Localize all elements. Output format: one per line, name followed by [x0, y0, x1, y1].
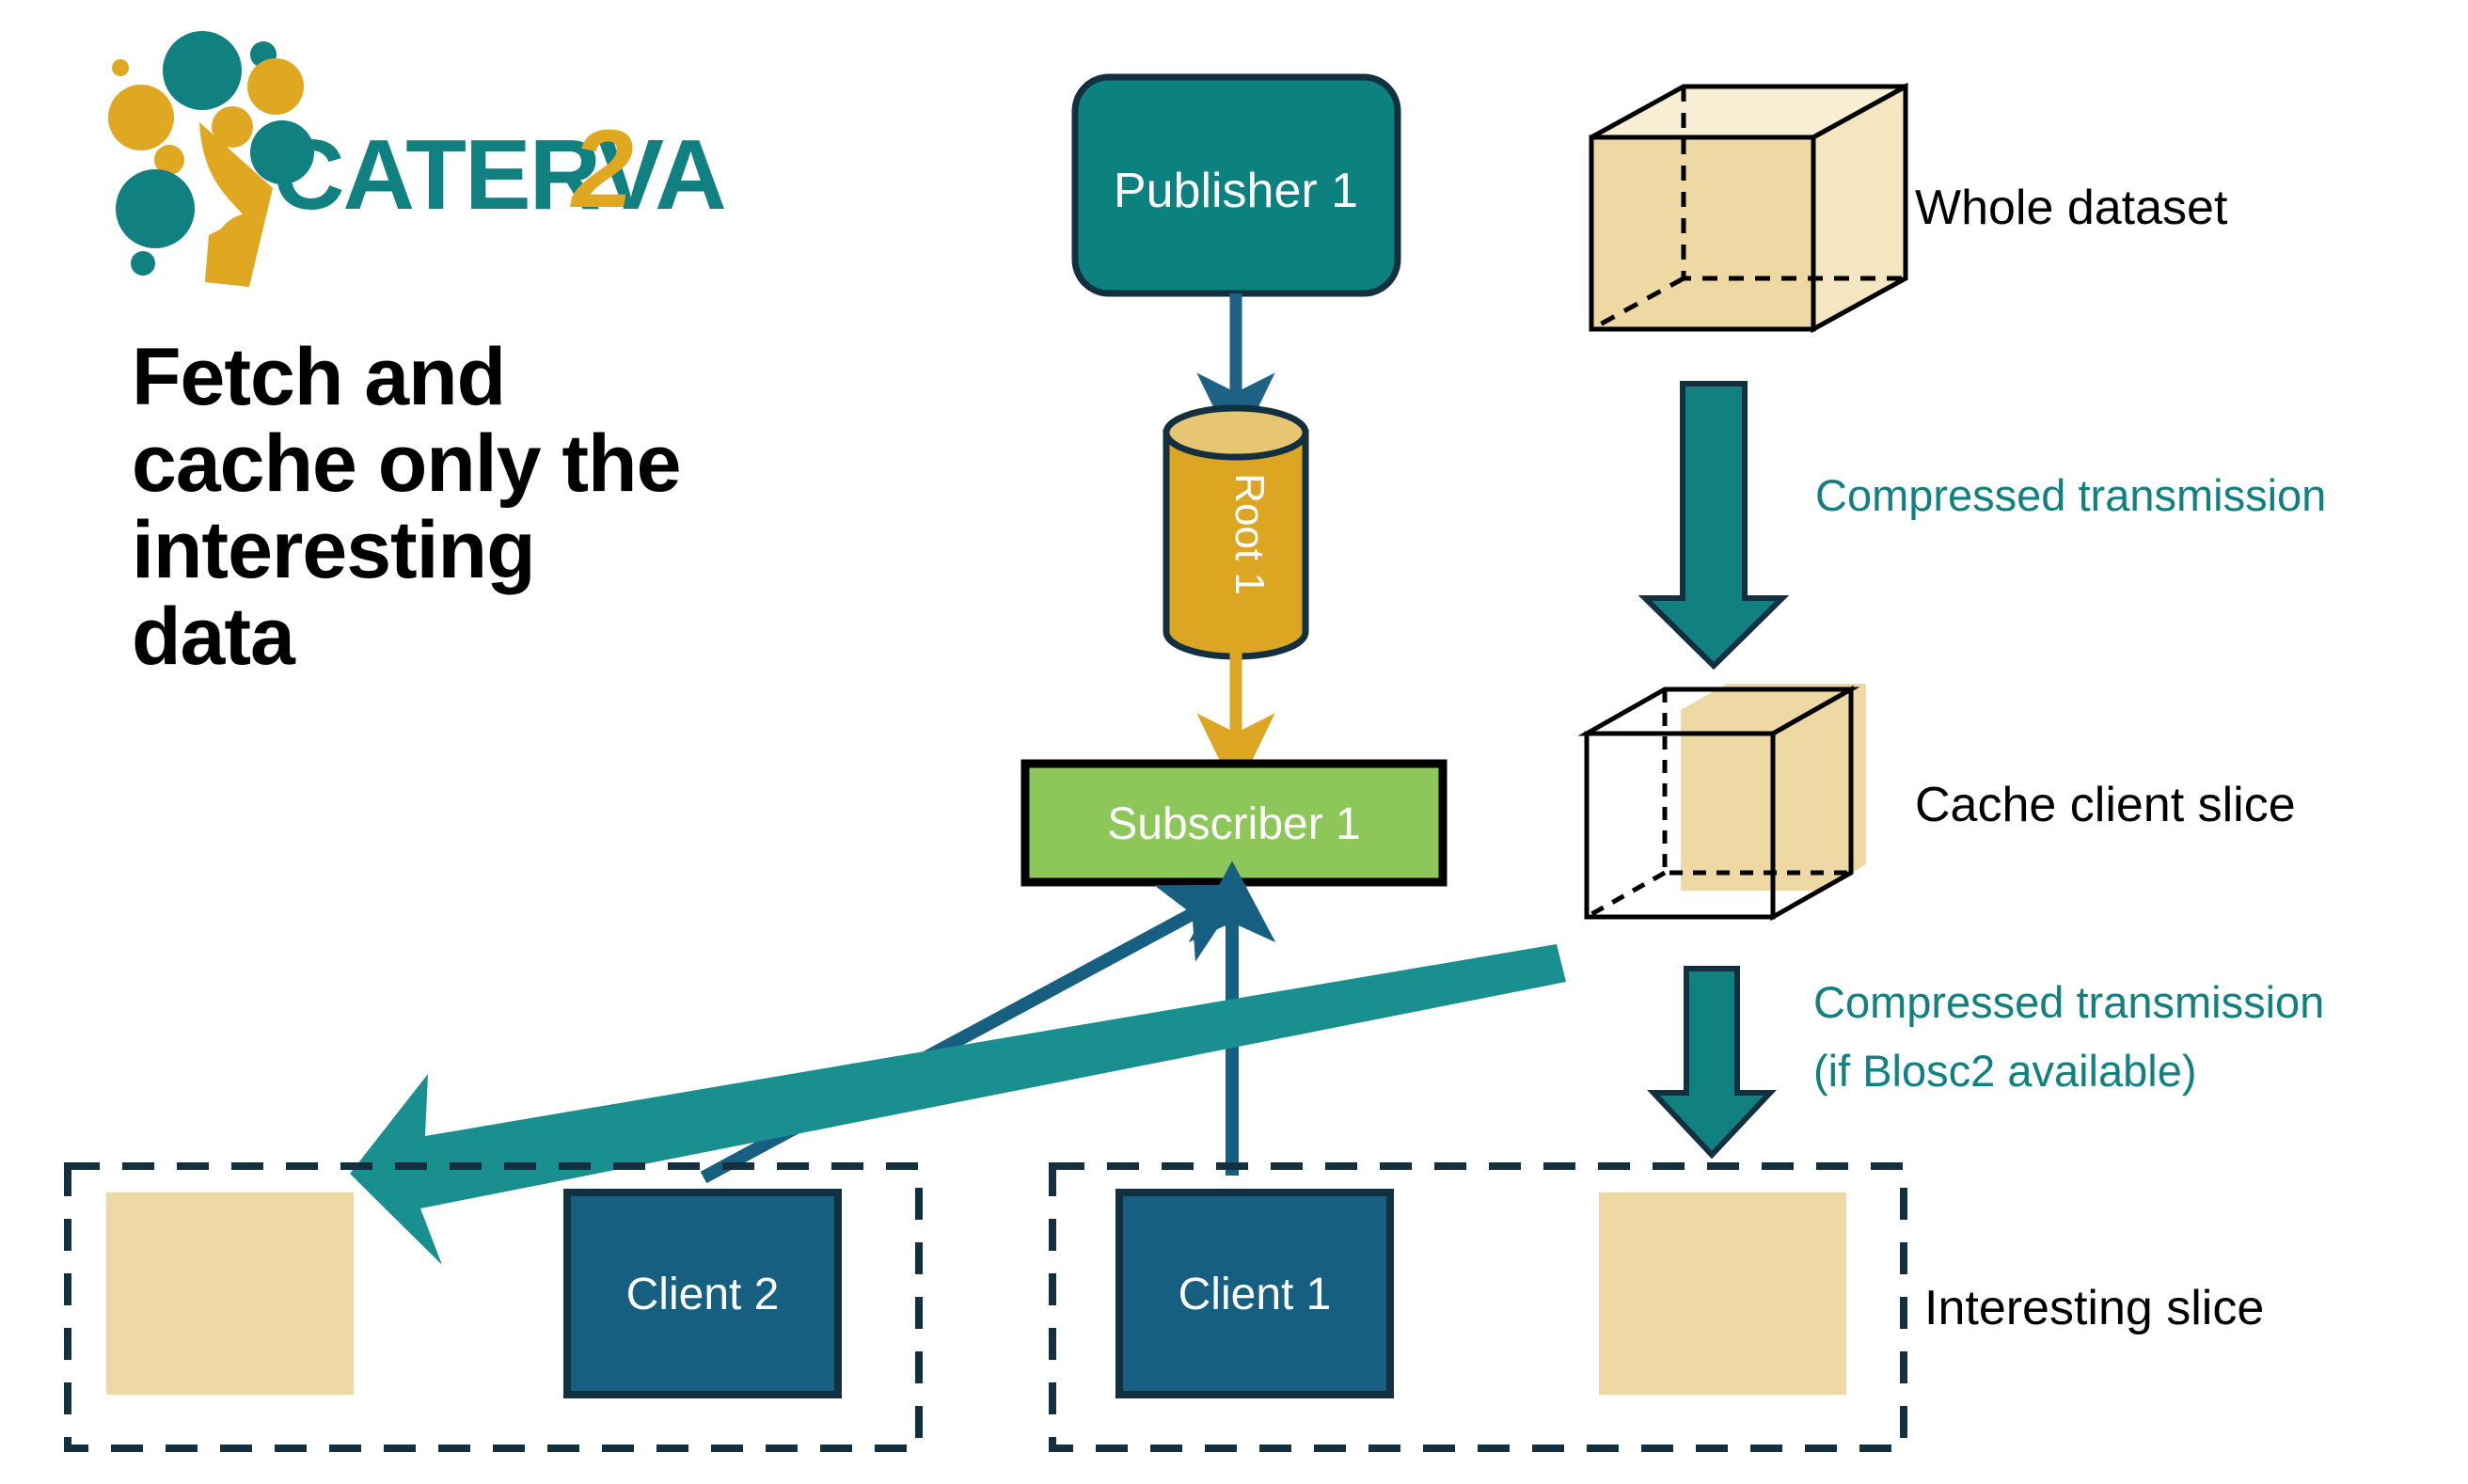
logo-circle-teal-4	[116, 169, 195, 248]
root-1-cylinder-top	[1163, 404, 1309, 461]
headline-line-1: Fetch and	[132, 332, 506, 422]
client-2-label: Client 2	[626, 1270, 780, 1319]
logo-circle-gold-2	[108, 85, 174, 150]
headline: Fetch and cache only the interesting dat…	[132, 334, 903, 680]
cache-client-slice-slab-front	[1681, 710, 1821, 891]
logo-wordmark-suffix: 2	[570, 107, 634, 231]
client-2-node[interactable]: Client 2	[563, 1189, 842, 1398]
diagram-canvas: CATERVA 2 Publisher 1 Root 1 Subscriber …	[0, 0, 2468, 1484]
compressed-transmission-arrow-2	[1647, 966, 1777, 1160]
compressed-transmission-label-2-line2: (if Blosc2 available)	[1813, 1046, 2197, 1096]
root-1-label: Root 1	[1226, 473, 1273, 595]
client1-group-slice-block	[1599, 1192, 1846, 1395]
logo-circle-gold-1	[247, 58, 304, 115]
compressed-transmission-arrow-1	[1637, 381, 1790, 671]
caterva2-logo: CATERVA 2	[108, 31, 727, 287]
logo-circle-gold-3	[112, 59, 129, 76]
cache-cube-hidden-edge-2	[1585, 870, 1667, 920]
headline-line-4: data	[132, 592, 295, 683]
compressed-transmission-label-2-line1: Compressed transmission	[1813, 977, 2324, 1027]
interesting-slice-label: Interesting slice	[1924, 1281, 2264, 1335]
cache-client-slice-cube	[1577, 684, 1866, 922]
whole-dataset-label: Whole dataset	[1915, 181, 2228, 235]
client2-group-slice-block	[106, 1192, 354, 1395]
logo-circle-teal-5	[131, 251, 155, 276]
whole-dataset-cube-front	[1589, 134, 1816, 332]
cache-client-slice-slab-side	[1821, 684, 1866, 891]
headline-line-2: cache only the	[132, 418, 681, 510]
cache-client-slice-label: Cache client slice	[1915, 778, 2296, 832]
logo-trunk-base	[205, 218, 249, 287]
client-1-node[interactable]: Client 1	[1115, 1189, 1394, 1398]
publisher-1-node[interactable]: Publisher 1	[1071, 73, 1401, 297]
headline-line-3: interesting	[132, 505, 536, 596]
whole-dataset-cube	[1589, 82, 1908, 334]
caterva2-architecture-diagram: CATERVA 2 Publisher 1 Root 1 Subscriber …	[64, 31, 2326, 1452]
subscriber-1-node[interactable]: Subscriber 1	[1020, 759, 1448, 887]
subscriber-1-label: Subscriber 1	[1107, 799, 1360, 849]
publisher-1-label: Publisher 1	[1114, 164, 1358, 218]
logo-circle-teal-1	[163, 31, 242, 110]
root-1-node[interactable]: Root 1	[1163, 404, 1309, 660]
client-1-label: Client 1	[1179, 1270, 1332, 1319]
compressed-transmission-label-1: Compressed transmission	[1815, 470, 2326, 520]
logo-wordmark: CATERVA	[273, 119, 725, 230]
